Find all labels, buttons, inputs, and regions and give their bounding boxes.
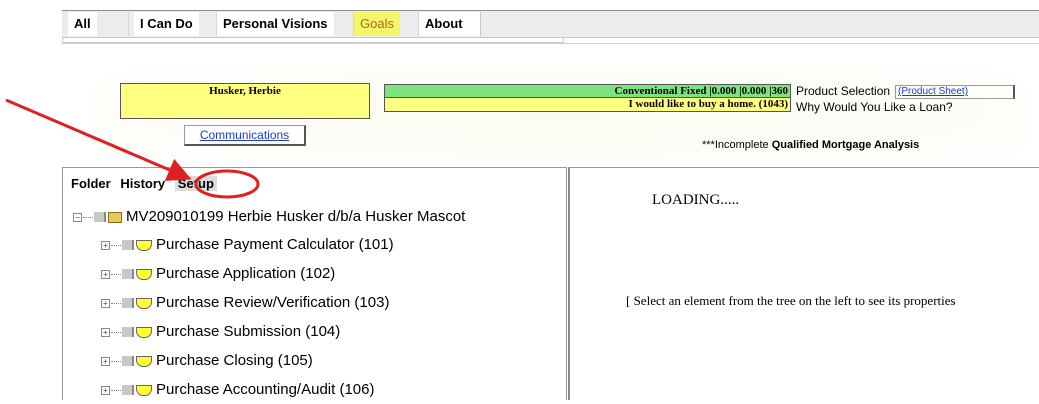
tab-folder[interactable]: Folder bbox=[71, 176, 111, 191]
properties-pane: LOADING..... [ Select an element from th… bbox=[568, 167, 1039, 400]
item-icon bbox=[136, 239, 152, 251]
flag-icon bbox=[122, 269, 134, 280]
tree-connector bbox=[83, 216, 93, 218]
tab-i-can-do[interactable]: I Can Do bbox=[134, 12, 199, 36]
tab-all[interactable]: All bbox=[68, 12, 97, 36]
item-icon bbox=[136, 297, 152, 309]
qm-prefix: ***Incomplete bbox=[702, 139, 769, 151]
folder-tabs: Folder History Setup bbox=[71, 176, 223, 196]
flag-icon bbox=[122, 240, 134, 251]
tab-history[interactable]: History bbox=[120, 176, 165, 191]
expand-icon[interactable]: + bbox=[101, 327, 110, 337]
item-icon bbox=[136, 384, 152, 396]
tab-goals[interactable]: Goals bbox=[353, 12, 400, 36]
communications-button[interactable]: Communications bbox=[184, 125, 306, 146]
tree-node-label: Purchase Submission (104) bbox=[156, 323, 341, 340]
tree-connector bbox=[111, 331, 121, 333]
select-element-message: [ Select an element from the tree on the… bbox=[626, 293, 956, 308]
tree-node-label: Purchase Accounting/Audit (106) bbox=[156, 381, 375, 398]
tab-strip bbox=[62, 11, 1039, 38]
folder-tree: − MV209010199 Herbie Husker d/b/a Husker … bbox=[73, 204, 568, 404]
borrower-name[interactable]: Husker, Herbie bbox=[120, 83, 370, 119]
top-tab-bar: All I Can Do Personal Visions Goals Abou… bbox=[62, 10, 1039, 44]
product-selection-field[interactable]: Conventional Fixed |0.000 |0.000 |360 bbox=[384, 84, 791, 98]
flag-icon bbox=[122, 356, 134, 367]
tree-node-label: Purchase Payment Calculator (101) bbox=[156, 236, 394, 253]
tree-connector bbox=[111, 244, 121, 246]
folder-icon bbox=[108, 211, 122, 223]
tab-setup[interactable]: Setup bbox=[174, 176, 217, 191]
item-icon bbox=[136, 326, 152, 338]
product-sheet-link[interactable]: (Product Sheet) bbox=[895, 85, 1015, 99]
tree-connector bbox=[111, 273, 121, 275]
qm-analysis-label: Qualified Mortgage Analysis bbox=[771, 139, 920, 151]
folder-pane: Folder History Setup − MV209010199 Herbie… bbox=[62, 167, 567, 400]
flag-icon bbox=[122, 385, 134, 396]
loan-purpose-label: Why Would You Like a Loan? bbox=[796, 100, 953, 114]
tree-root-label: MV209010199 Herbie Husker d/b/a Husker M… bbox=[126, 208, 466, 225]
tab-personal-visions[interactable]: Personal Visions bbox=[216, 12, 334, 36]
expand-icon[interactable]: + bbox=[101, 240, 110, 250]
loading-text: LOADING..... bbox=[652, 192, 740, 208]
expand-icon[interactable]: + bbox=[101, 356, 110, 366]
tree-node-label: Purchase Application (102) bbox=[156, 265, 336, 282]
loan-purpose-field[interactable]: I would like to buy a home. (1043) bbox=[384, 98, 791, 112]
expand-icon[interactable]: + bbox=[101, 385, 110, 395]
tree-node[interactable]: + Purchase Submission (104) bbox=[73, 317, 568, 346]
expand-icon[interactable]: + bbox=[101, 298, 110, 308]
tab-about[interactable]: About bbox=[418, 12, 480, 36]
qm-status: ***Incomplete Qualified Mortgage Analysi… bbox=[702, 139, 919, 151]
tab-content-frame bbox=[62, 38, 564, 43]
flag-icon bbox=[94, 212, 106, 223]
tree-node[interactable]: + Purchase Application (102) bbox=[73, 259, 568, 288]
tree-connector bbox=[111, 360, 121, 362]
flag-icon bbox=[122, 298, 134, 309]
tree-node[interactable]: + Purchase Payment Calculator (101) bbox=[73, 230, 568, 259]
tree-root[interactable]: − MV209010199 Herbie Husker d/b/a Husker … bbox=[73, 204, 568, 230]
tree-node-label: Purchase Review/Verification (103) bbox=[156, 294, 390, 311]
flag-icon bbox=[122, 327, 134, 338]
tree-node[interactable]: + Purchase Review/Verification (103) bbox=[73, 288, 568, 317]
item-icon bbox=[136, 268, 152, 280]
tree-connector bbox=[111, 389, 121, 391]
product-selection-label: Product Selection bbox=[796, 84, 891, 98]
collapse-icon[interactable]: − bbox=[73, 212, 82, 222]
tree-node-label: Purchase Closing (105) bbox=[156, 352, 313, 369]
item-icon bbox=[136, 355, 152, 367]
tree-connector bbox=[111, 302, 121, 304]
expand-icon[interactable]: + bbox=[101, 269, 110, 279]
tree-node[interactable]: + Purchase Closing (105) bbox=[73, 346, 568, 375]
tab-divider bbox=[480, 12, 481, 36]
tab-divider bbox=[128, 12, 129, 36]
